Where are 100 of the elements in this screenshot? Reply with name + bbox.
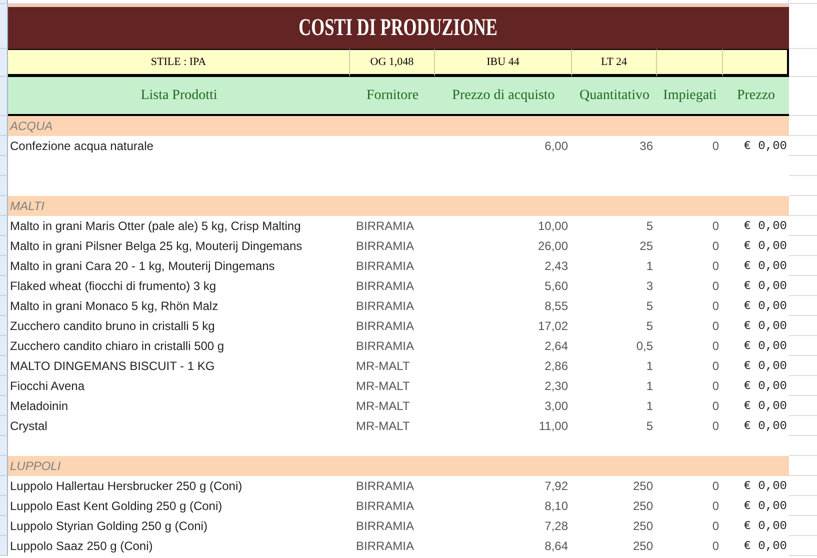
row-header[interactable]: [0, 256, 8, 276]
purchase-price-cell-text: 3,00: [544, 398, 569, 415]
quantity-cell-text: 250: [632, 538, 654, 555]
used-cell-text: 0: [711, 138, 720, 155]
quantity-cell-text: 3: [645, 278, 654, 295]
purchase-price-cell-text: 17,02: [536, 318, 569, 335]
supplier-cell-text: BIRRAMIA: [355, 298, 416, 315]
row-header[interactable]: [0, 296, 8, 316]
product-cell-text: Luppolo East Kent Golding 250 g (Coni): [9, 498, 224, 515]
quantity-cell-text: 5: [645, 418, 654, 435]
price-cell-text: € 0,00: [742, 258, 788, 275]
row-header[interactable]: [0, 136, 8, 156]
price-cell-text: € 0,00: [742, 398, 788, 415]
price-cell-text: € 0,00: [742, 378, 788, 395]
row-header[interactable]: [0, 236, 8, 256]
info-cell: [657, 49, 723, 77]
row-header[interactable]: [0, 316, 8, 336]
used-cell-text: 0: [711, 378, 720, 395]
supplier-cell-text: BIRRAMIA: [355, 278, 416, 295]
used-cell-text: 0: [711, 338, 720, 355]
product-cell-text: Luppolo Styrian Golding 250 g (Coni): [9, 518, 208, 535]
supplier-cell-text: MR-MALT: [355, 358, 411, 375]
used-cell-text: 0: [711, 498, 720, 515]
purchase-price-cell-text: 7,28: [544, 518, 569, 535]
price-cell-text: € 0,00: [742, 538, 788, 555]
row-header[interactable]: [0, 436, 8, 456]
column-header: Impiegati: [657, 77, 723, 116]
quantity-cell-text: 5: [645, 298, 654, 315]
supplier-cell-text: MR-MALT: [355, 378, 411, 395]
row-header[interactable]: [0, 356, 8, 376]
purchase-price-cell-text: 2,64: [544, 338, 569, 355]
supplier-cell-text: MR-MALT: [355, 418, 411, 435]
row-header[interactable]: [0, 49, 8, 77]
purchase-price-cell-text: 8,55: [544, 298, 569, 315]
row-header[interactable]: [0, 496, 8, 516]
product-cell-text: Malto in grani Cara 20 - 1 kg, Mouterij Dingemans: [9, 258, 276, 275]
row-header[interactable]: [0, 216, 8, 236]
supplier-cell-text: BIRRAMIA: [355, 338, 416, 355]
quantity-cell-text: 36: [638, 138, 654, 155]
column-header: Fornitore: [350, 77, 435, 116]
row-header[interactable]: [0, 476, 8, 496]
row-header[interactable]: [0, 336, 8, 356]
product-cell-text: Luppolo Saaz 250 g (Coni): [9, 538, 154, 555]
row-header[interactable]: [0, 176, 8, 196]
price-cell-text: € 0,00: [742, 338, 788, 355]
product-cell-text: Crystal: [9, 418, 48, 435]
quantity-cell-text: 1: [645, 378, 654, 395]
recipe-info: STILE : IPA: [8, 49, 350, 77]
used-cell-text: 0: [711, 238, 720, 255]
row-header[interactable]: [0, 536, 8, 556]
purchase-price-cell-text: 10,00: [536, 218, 569, 235]
supplier-cell-text: BIRRAMIA: [355, 498, 416, 515]
row-header[interactable]: [0, 276, 8, 296]
supplier-cell-text: BIRRAMIA: [355, 518, 416, 535]
supplier-cell-text: BIRRAMIA: [355, 538, 416, 555]
price-cell-text: € 0,00: [742, 478, 788, 495]
used-cell-text: 0: [711, 418, 720, 435]
supplier-cell-text: BIRRAMIA: [355, 318, 416, 335]
row-header[interactable]: [0, 156, 8, 176]
quantity-cell-text: 250: [632, 498, 654, 515]
product-cell-text: Confezione acqua naturale: [9, 138, 154, 155]
product-cell-text: Fiocchi Avena: [9, 378, 86, 395]
product-cell-text: Zucchero candito chiaro in cristalli 500 g: [9, 338, 226, 355]
column-header: Quantitativo: [572, 77, 657, 116]
quantity-cell-text: 250: [632, 518, 654, 535]
recipe-info: IBU 44: [435, 49, 572, 77]
row-header[interactable]: [0, 396, 8, 416]
used-cell-text: 0: [711, 318, 720, 335]
price-cell-text: € 0,00: [742, 278, 788, 295]
price-cell-text: € 0,00: [742, 318, 788, 335]
purchase-price-cell-text: 8,10: [544, 498, 569, 515]
row-header[interactable]: [0, 456, 8, 476]
quantity-cell-text: 1: [645, 258, 654, 275]
supplier-cell-text: BIRRAMIA: [355, 258, 416, 275]
used-cell-text: 0: [711, 298, 720, 315]
recipe-info: OG 1,048: [350, 49, 435, 77]
row-header[interactable]: [0, 4, 8, 49]
row-header[interactable]: [0, 196, 8, 216]
row-header[interactable]: [0, 516, 8, 536]
row-header[interactable]: [0, 77, 8, 116]
row-header[interactable]: [0, 116, 8, 136]
used-cell-text: 0: [711, 538, 720, 555]
supplier-cell-text: BIRRAMIA: [355, 478, 416, 495]
supplier-cell-text: MR-MALT: [355, 398, 411, 415]
used-cell-text: 0: [711, 358, 720, 375]
quantity-cell-text: 5: [645, 318, 654, 335]
purchase-price-cell-text: 2,86: [544, 358, 569, 375]
quantity-cell-text: 0,5: [635, 338, 654, 355]
purchase-price-cell-text: 7,92: [544, 478, 569, 495]
section-heading: LUPPOLI: [8, 456, 789, 476]
used-cell-text: 0: [711, 278, 720, 295]
purchase-price-cell-text: 6,00: [544, 138, 569, 155]
purchase-price-cell-text: 2,43: [544, 258, 569, 275]
used-cell-text: 0: [711, 218, 720, 235]
quantity-cell-text: 1: [645, 398, 654, 415]
row-header[interactable]: [0, 416, 8, 436]
row-header[interactable]: [0, 376, 8, 396]
column-header: Prezzo di acquisto: [435, 77, 572, 116]
product-cell-text: Malto in grani Pilsner Belga 25 kg, Mouterij Dingemans: [9, 238, 304, 255]
row-header[interactable]: [0, 0, 8, 4]
